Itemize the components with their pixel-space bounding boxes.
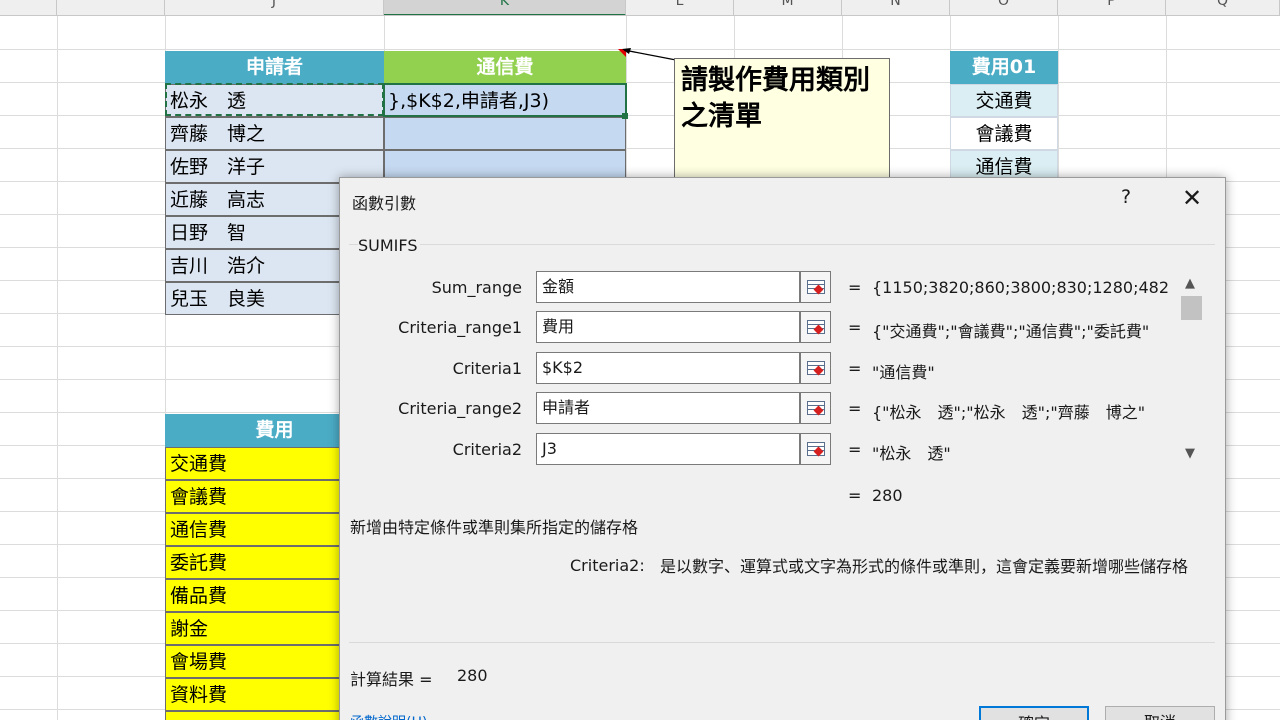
column-header-k[interactable]: K xyxy=(384,0,626,15)
collapse-dialog-icon xyxy=(806,280,825,294)
collapse-dialog-icon xyxy=(806,361,825,375)
criteria1-input[interactable]: $K$2 xyxy=(536,352,800,384)
sum-range-ref-button[interactable] xyxy=(800,271,831,303)
sum-range-input[interactable]: 金額 xyxy=(536,271,800,303)
arg-label-criteria-range1: Criteria_range1 xyxy=(398,318,522,337)
criteria1-value: "通信費" xyxy=(872,363,935,382)
collapse-dialog-icon xyxy=(806,320,825,334)
equals-sign: = xyxy=(848,440,862,459)
formula-cell[interactable]: },$K$2,申請者,J3) xyxy=(384,84,626,117)
equals-sign: = xyxy=(848,278,862,297)
column-header-m[interactable]: M xyxy=(734,0,842,15)
argument-description-label: Criteria2: xyxy=(570,556,645,575)
column-header-n[interactable]: N xyxy=(842,0,950,15)
criteria2-input[interactable]: J3 xyxy=(536,433,800,465)
criteria-range2-input[interactable]: 申請者 xyxy=(536,392,800,424)
list-cell[interactable]: 交通費 xyxy=(950,84,1058,117)
list-cell[interactable]: 會議費 xyxy=(950,117,1058,150)
function-help-link[interactable]: 函數說明(H) xyxy=(350,712,427,720)
criteria-range2-value: {"松永 透";"松永 透";"齊藤 博之" xyxy=(872,403,1146,422)
applicant-cell[interactable]: 松永 透 xyxy=(165,84,384,117)
arg-label-criteria2: Criteria2 xyxy=(452,440,522,459)
criteria-range1-value: {"交通費";"會議費";"通信費";"委託費" xyxy=(872,322,1150,341)
column-header-q[interactable]: Q xyxy=(1166,0,1280,15)
arg-label-criteria1: Criteria1 xyxy=(452,359,522,378)
scrollbar-thumb[interactable] xyxy=(1181,296,1202,320)
applicant-cell[interactable]: 齊藤 博之 xyxy=(165,117,384,150)
criteria-range1-ref-button[interactable] xyxy=(800,311,831,343)
argument-description-text: 是以數字、運算式或文字為形式的條件或準則，這會定義要新增哪些儲存格 xyxy=(660,557,1189,576)
divider xyxy=(349,642,1215,643)
criteria2-value: "松永 透" xyxy=(872,444,951,463)
sum-range-value: {1150;3820;860;3800;830;1280;482 xyxy=(872,278,1168,297)
column-header-l[interactable]: L xyxy=(626,0,734,15)
list-header-cell[interactable]: 費用01 xyxy=(950,51,1058,84)
equals-sign: = xyxy=(848,318,862,337)
row-header-corner[interactable] xyxy=(0,0,57,15)
telecom-header-cell[interactable]: 通信費 xyxy=(384,51,626,84)
column-header-i[interactable] xyxy=(57,0,165,15)
column-header-p[interactable]: P xyxy=(1058,0,1166,15)
calculation-result-label: 計算結果 = xyxy=(350,670,433,689)
criteria-range2-ref-button[interactable] xyxy=(800,392,831,424)
scroll-up-icon[interactable]: ▲ xyxy=(1185,276,1195,291)
column-header-j[interactable]: J xyxy=(165,0,384,15)
column-header-row: J K L M N O P Q xyxy=(0,0,1280,16)
ok-button[interactable]: 確定 xyxy=(979,706,1089,720)
equals-sign: = xyxy=(848,399,862,418)
gridline xyxy=(57,16,58,720)
criteria1-ref-button[interactable] xyxy=(800,352,831,384)
applicant-header-cell[interactable]: 申請者 xyxy=(165,51,384,84)
telecom-cell[interactable] xyxy=(384,117,626,150)
fill-handle[interactable] xyxy=(622,113,628,119)
calculation-result-value: 280 xyxy=(457,666,488,685)
scroll-down-icon[interactable]: ▼ xyxy=(1185,446,1195,461)
help-button[interactable]: ? xyxy=(1116,186,1136,208)
cancel-button[interactable]: 取消 xyxy=(1105,706,1215,720)
close-icon[interactable]: ✕ xyxy=(1178,184,1206,212)
collapse-dialog-icon xyxy=(806,442,825,456)
collapse-dialog-icon xyxy=(806,401,825,415)
column-header-o[interactable]: O xyxy=(950,0,1058,15)
function-arguments-dialog: 函數引數 ? ✕ SUMIFS Sum_range 金額 = {1150;382… xyxy=(339,177,1226,720)
formula-result: 280 xyxy=(872,486,903,505)
criteria-range1-input[interactable]: 費用 xyxy=(536,311,800,343)
arg-label-sum-range: Sum_range xyxy=(431,278,522,297)
arg-label-criteria-range2: Criteria_range2 xyxy=(398,399,522,418)
comment-arrow-icon xyxy=(622,48,677,61)
equals-sign: = xyxy=(848,486,862,505)
function-name: SUMIFS xyxy=(358,236,421,255)
comment-box[interactable]: 請製作費用類別之清單 xyxy=(674,58,890,178)
function-description: 新增由特定條件或準則集所指定的儲存格 xyxy=(350,518,639,537)
equals-sign: = xyxy=(848,359,862,378)
dialog-title: 函數引數 xyxy=(352,194,417,213)
criteria2-ref-button[interactable] xyxy=(800,433,831,465)
